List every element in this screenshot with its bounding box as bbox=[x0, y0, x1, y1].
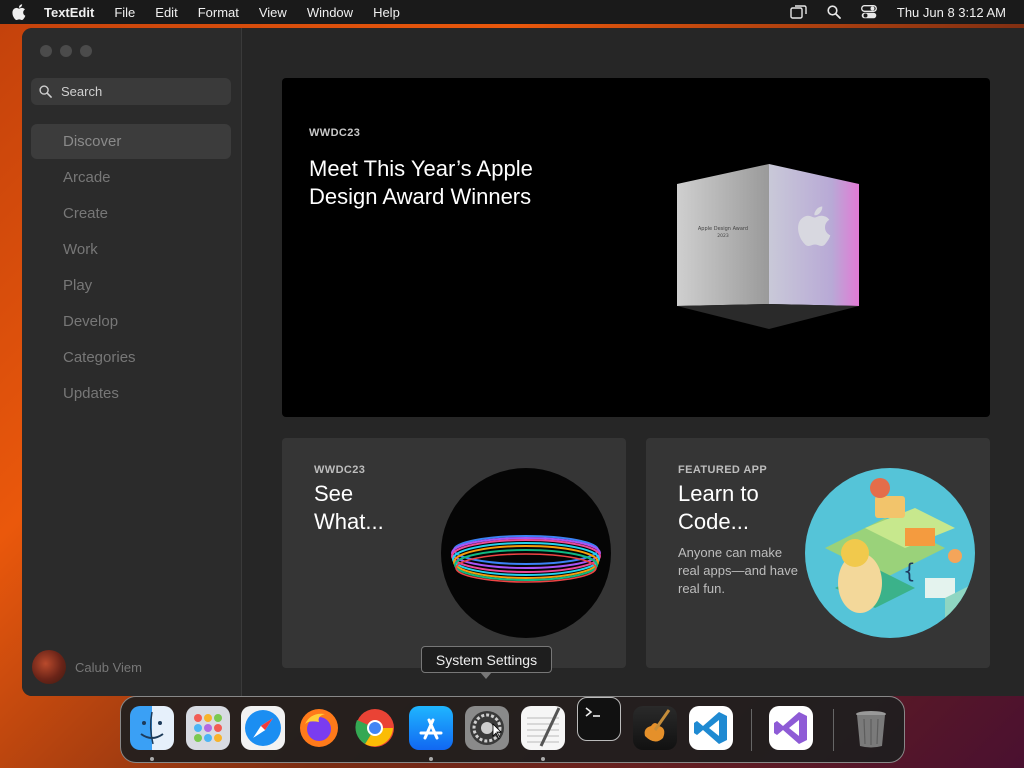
main-content: WWDC23 Meet This Year’s Apple Design Awa… bbox=[243, 28, 1024, 696]
cube-year: 2023 bbox=[717, 233, 729, 239]
cube-text: Apple Design Award bbox=[698, 226, 748, 232]
window-controls bbox=[40, 45, 92, 57]
sidebar-item-label: Categories bbox=[63, 348, 136, 366]
textedit-icon[interactable] bbox=[521, 706, 565, 750]
launchpad-icon[interactable] bbox=[186, 706, 230, 750]
sidebar-item-label: Updates bbox=[63, 384, 119, 402]
account-button[interactable]: Calub Viem bbox=[32, 650, 142, 684]
wwdc-story-card[interactable]: WWDC23 See What... bbox=[282, 438, 626, 668]
control-center-icon[interactable] bbox=[860, 5, 877, 19]
search-icon bbox=[39, 85, 52, 98]
avatar bbox=[32, 650, 66, 684]
trash-icon[interactable] bbox=[849, 706, 893, 750]
sidebar-item-label: Discover bbox=[63, 133, 122, 150]
menu-clock[interactable]: Thu Jun 8 3:12 AM bbox=[897, 5, 1006, 20]
safari-icon[interactable] bbox=[241, 706, 285, 750]
screen-mirroring-icon[interactable] bbox=[790, 5, 807, 19]
hero-title: Meet This Year’s Apple Design Award Winn… bbox=[309, 156, 533, 209]
garageband-icon[interactable] bbox=[633, 706, 677, 750]
hero-story-card[interactable]: WWDC23 Meet This Year’s Apple Design Awa… bbox=[282, 78, 990, 417]
dock-separator bbox=[833, 709, 834, 751]
zoom-window-button[interactable] bbox=[80, 45, 92, 57]
menu-format[interactable]: Format bbox=[198, 5, 239, 20]
design-award-cube-image: Apple Design Award 2023 bbox=[677, 164, 859, 329]
hero-eyebrow: WWDC23 bbox=[309, 127, 361, 139]
running-indicator bbox=[150, 757, 154, 761]
sidebar-item-categories[interactable]: Categories bbox=[31, 339, 231, 375]
sidebar-item-arcade[interactable]: Arcade bbox=[31, 159, 231, 195]
sidebar-item-work[interactable]: Work bbox=[31, 231, 231, 267]
menu-file[interactable]: File bbox=[114, 5, 135, 20]
spotlight-search-icon[interactable] bbox=[827, 5, 841, 19]
coding-illustration-image: { bbox=[805, 468, 975, 638]
minimize-window-button[interactable] bbox=[60, 45, 72, 57]
sidebar-item-create[interactable]: Create bbox=[31, 195, 231, 231]
dock bbox=[120, 696, 905, 763]
sidebar-nav: Discover Arcade Create Work Play Develop… bbox=[31, 124, 231, 411]
card-eyebrow: FEATURED APP bbox=[678, 464, 768, 476]
vscode-icon[interactable] bbox=[689, 706, 733, 750]
menu-bar: TextEdit File Edit Format View Window He… bbox=[0, 0, 1024, 24]
menu-help[interactable]: Help bbox=[373, 5, 400, 20]
menu-app-name[interactable]: TextEdit bbox=[44, 5, 94, 20]
sidebar-item-label: Arcade bbox=[63, 168, 111, 186]
sidebar-item-label: Play bbox=[63, 276, 93, 294]
featured-app-card[interactable]: FEATURED APP Learn to Code... Anyone can… bbox=[646, 438, 990, 668]
visual-studio-icon[interactable] bbox=[769, 706, 813, 750]
dock-separator bbox=[751, 709, 752, 751]
menu-window[interactable]: Window bbox=[307, 5, 353, 20]
sidebar-item-discover[interactable]: Discover bbox=[31, 124, 231, 159]
search-placeholder: Search bbox=[61, 84, 103, 99]
glowing-rings-image bbox=[441, 468, 611, 638]
sidebar-item-label: Work bbox=[63, 240, 98, 258]
app-store-window: Search Discover Arcade Create Work Play … bbox=[22, 28, 1024, 696]
card-eyebrow: WWDC23 bbox=[314, 464, 366, 476]
dock-tooltip: System Settings bbox=[421, 646, 552, 679]
sidebar-item-label: Create bbox=[63, 204, 109, 222]
menu-view[interactable]: View bbox=[259, 5, 287, 20]
firefox-icon[interactable] bbox=[297, 706, 341, 750]
card-title: Learn to Code... bbox=[678, 481, 759, 534]
sidebar-item-develop[interactable]: Develop bbox=[31, 303, 231, 339]
apple-menu-icon[interactable] bbox=[12, 4, 26, 20]
user-name: Calub Viem bbox=[75, 659, 142, 675]
terminal-icon[interactable] bbox=[577, 697, 621, 741]
finder-icon[interactable] bbox=[130, 706, 174, 750]
sidebar-item-play[interactable]: Play bbox=[31, 267, 231, 303]
running-indicator bbox=[541, 757, 545, 761]
running-indicator bbox=[429, 757, 433, 761]
menu-edit[interactable]: Edit bbox=[155, 5, 177, 20]
system-settings-icon[interactable] bbox=[465, 706, 509, 750]
sidebar: Search Discover Arcade Create Work Play … bbox=[22, 28, 242, 696]
card-description: Anyone can make real apps—and have real … bbox=[678, 545, 798, 596]
sidebar-item-label: Develop bbox=[63, 312, 119, 330]
sidebar-item-updates[interactable]: Updates bbox=[31, 375, 231, 411]
svg-text:{: { bbox=[903, 559, 916, 583]
app-store-icon[interactable] bbox=[409, 706, 453, 750]
card-title: See What... bbox=[314, 481, 384, 534]
search-input[interactable]: Search bbox=[31, 78, 231, 105]
close-window-button[interactable] bbox=[40, 45, 52, 57]
chrome-icon[interactable] bbox=[353, 706, 397, 750]
